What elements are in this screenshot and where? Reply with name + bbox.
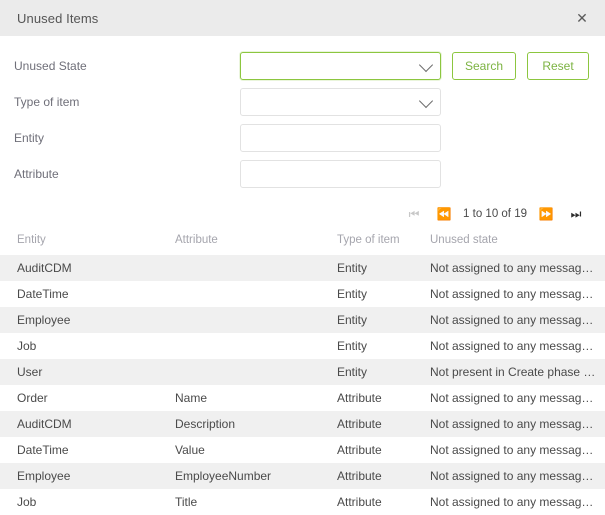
unused-items-table: Entity Attribute Type of item Unused sta… (0, 230, 605, 515)
cell-entity: AuditCDM (17, 261, 72, 275)
cell-type: Attribute (337, 469, 382, 483)
cell-entity: Job (17, 339, 37, 353)
close-icon[interactable]: ✕ (573, 9, 591, 27)
entity-input[interactable] (240, 124, 441, 152)
column-header-entity[interactable]: Entity (0, 230, 175, 255)
cell-type: Attribute (337, 495, 382, 509)
cell-state: Not assigned to any message ty... (430, 287, 605, 301)
cell-attribute: Name (175, 391, 208, 405)
cell-state: Not assigned to any message ty... (430, 495, 605, 509)
label-type-of-item: Type of item (14, 95, 80, 109)
cell-attribute: Title (175, 495, 198, 509)
cell-state: Not assigned to any message ty... (430, 313, 605, 327)
table-header-row: Entity Attribute Type of item Unused sta… (0, 230, 605, 255)
dialog-title: Unused Items (17, 10, 99, 26)
cell-attribute (175, 307, 337, 333)
column-header-unused-state[interactable]: Unused state (430, 230, 605, 255)
first-page-icon[interactable]: ⏮ (399, 208, 429, 220)
label-entity: Entity (14, 131, 45, 145)
filter-form: Unused State Search Reset Type of item E… (0, 36, 605, 188)
table-body: AuditCDM Entity Not assigned to any mess… (0, 255, 605, 515)
label-attribute: Attribute (14, 167, 59, 181)
cell-entity: Job (17, 495, 37, 509)
pagination: ⏮ ⏪ 1 to 10 of 19 ⏩ ⏭ (0, 196, 605, 230)
cell-entity: AuditCDM (17, 417, 72, 431)
cell-state: Not assigned to any message ty... (430, 469, 605, 483)
form-row-entity: Entity (0, 124, 605, 152)
form-row-type-of-item: Type of item (0, 88, 605, 116)
attribute-input[interactable] (240, 160, 441, 188)
chevron-down-icon (418, 57, 434, 73)
unused-state-select[interactable] (240, 52, 441, 80)
table-row[interactable]: DateTime Entity Not assigned to any mess… (0, 281, 605, 307)
cell-type: Entity (337, 339, 368, 353)
pagination-range: 1 to 10 of 19 (463, 208, 527, 220)
table-row[interactable]: Job Title Attribute Not assigned to any … (0, 489, 605, 515)
cell-entity: DateTime (17, 443, 69, 457)
cell-type: Attribute (337, 391, 382, 405)
table-row[interactable]: DateTime Value Attribute Not assigned to… (0, 437, 605, 463)
cell-attribute: EmployeeNumber (175, 469, 272, 483)
cell-entity: User (17, 365, 43, 379)
cell-type: Entity (337, 261, 368, 275)
cell-state: Not assigned to any message ty... (430, 443, 605, 457)
table-row[interactable]: Job Entity Not assigned to any message t… (0, 333, 605, 359)
cell-entity: Order (17, 391, 48, 405)
cell-attribute (175, 255, 337, 281)
prev-page-icon[interactable]: ⏪ (429, 208, 459, 220)
cell-type: Entity (337, 365, 368, 379)
search-button[interactable]: Search (452, 52, 517, 80)
table-row[interactable]: Employee EmployeeNumber Attribute Not as… (0, 463, 605, 489)
last-page-icon[interactable]: ⏭ (561, 208, 591, 220)
cell-type: Attribute (337, 417, 382, 431)
cell-type: Attribute (337, 443, 382, 457)
cell-attribute (175, 281, 337, 307)
table-row[interactable]: User Entity Not present in Create phase … (0, 359, 605, 385)
type-of-item-select[interactable] (240, 88, 441, 116)
cell-state: Not assigned to any message ty... (430, 339, 605, 353)
cell-attribute: Description (175, 417, 236, 431)
table-row[interactable]: AuditCDM Description Attribute Not assig… (0, 411, 605, 437)
chevron-down-icon (418, 93, 434, 109)
cell-entity: Employee (17, 469, 71, 483)
form-row-attribute: Attribute (0, 160, 605, 188)
cell-state: Not assigned to any message ty... (430, 417, 605, 431)
cell-attribute (175, 333, 337, 359)
column-header-type-of-item[interactable]: Type of item (337, 230, 430, 255)
cell-attribute: Value (175, 443, 205, 457)
table-header: Entity Attribute Type of item Unused sta… (0, 230, 605, 255)
cell-entity: Employee (17, 313, 71, 327)
cell-entity: DateTime (17, 287, 69, 301)
table-row[interactable]: AuditCDM Entity Not assigned to any mess… (0, 255, 605, 281)
table-row[interactable]: Order Name Attribute Not assigned to any… (0, 385, 605, 411)
table-row[interactable]: Employee Entity Not assigned to any mess… (0, 307, 605, 333)
cell-type: Entity (337, 287, 368, 301)
cell-type: Entity (337, 313, 368, 327)
cell-attribute (175, 359, 337, 385)
cell-state: Not assigned to any message ty... (430, 261, 605, 275)
cell-state: Not present in Create phase int... (430, 365, 605, 379)
dialog-titlebar: Unused Items ✕ (0, 0, 605, 36)
next-page-icon[interactable]: ⏩ (531, 208, 561, 220)
label-unused-state: Unused State (14, 59, 87, 73)
cell-state: Not assigned to any message ty... (430, 391, 605, 405)
column-header-attribute[interactable]: Attribute (175, 230, 337, 255)
reset-button[interactable]: Reset (527, 52, 590, 80)
form-row-unused-state: Unused State Search Reset (0, 52, 605, 80)
